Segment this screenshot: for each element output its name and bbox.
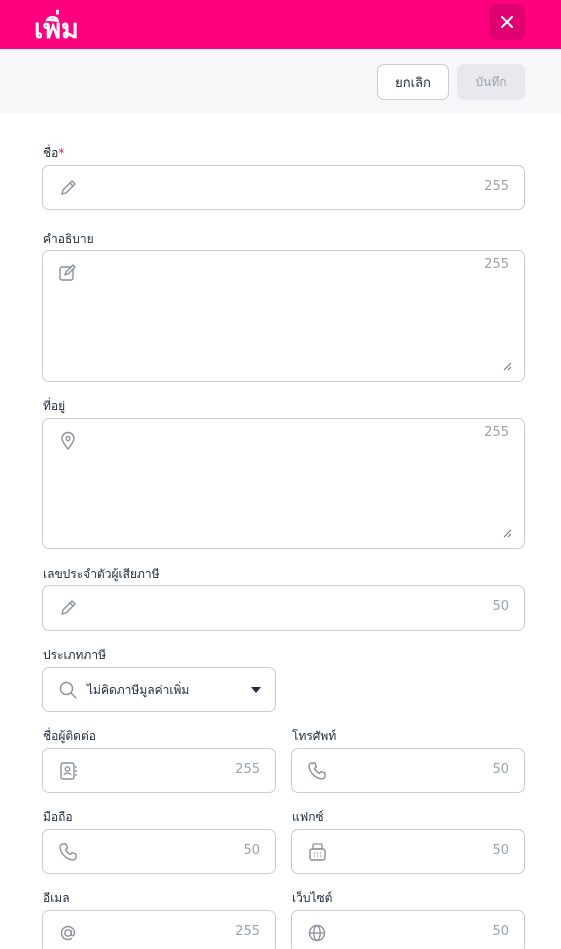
email-field[interactable]: 255	[42, 910, 276, 949]
fax-max-length: 50	[492, 843, 509, 858]
contact-name-max-length: 255	[235, 762, 260, 777]
tax-id-label: เลขประจำตัวผู้เสียภาษี	[43, 567, 160, 581]
description-label: คำอธิบาย	[43, 232, 94, 246]
pencil-icon	[61, 600, 76, 615]
name-label-text: ชื่อ	[43, 146, 59, 160]
chevron-down-icon	[251, 687, 261, 693]
mobile-label: มือถือ	[43, 810, 73, 824]
phone-field[interactable]: 50	[291, 748, 525, 793]
page-title: เพิ่ม	[34, 14, 79, 45]
cancel-button[interactable]: ยกเลิก	[377, 64, 449, 100]
required-mark: *	[58, 146, 65, 160]
globe-icon	[308, 924, 326, 942]
mobile-max-length: 50	[243, 843, 260, 858]
contact-name-label: ชื่อผู้ติดต่อ	[43, 729, 96, 743]
tax-type-value: ไม่คิดภาษีมูลค่าเพิ่ม	[87, 683, 190, 697]
address-field[interactable]: 255	[42, 418, 525, 549]
resize-handle-icon[interactable]	[503, 529, 512, 538]
phone-icon	[308, 762, 326, 780]
close-button[interactable]	[489, 4, 525, 40]
website-field[interactable]: 50	[291, 910, 525, 949]
tax-id-max-length: 50	[492, 599, 509, 614]
description-max-length: 255	[484, 257, 509, 272]
fax-icon	[309, 843, 326, 861]
name-field[interactable]: 255	[42, 165, 525, 210]
close-icon	[501, 16, 513, 28]
header-bar: เพิ่ม	[0, 0, 561, 49]
name-label: ชื่อ*	[43, 144, 64, 163]
tax-type-select[interactable]: ไม่คิดภาษีมูลค่าเพิ่ม	[42, 667, 276, 712]
email-max-length: 255	[235, 924, 260, 939]
location-pin-icon	[61, 431, 75, 451]
description-field[interactable]: 255	[42, 250, 525, 382]
phone-label: โทรศัพท์	[292, 729, 337, 743]
website-max-length: 50	[492, 924, 509, 939]
website-label: เว็บไซต์	[292, 891, 333, 905]
tax-type-label: ประเภทภาษี	[43, 648, 106, 662]
at-sign-icon	[60, 925, 76, 941]
contact-card-icon	[60, 762, 77, 780]
phone-icon	[59, 843, 77, 861]
address-max-length: 255	[484, 425, 509, 440]
contact-name-field[interactable]: 255	[42, 748, 276, 793]
pencil-icon	[61, 180, 76, 195]
mobile-field[interactable]: 50	[42, 829, 276, 874]
resize-handle-icon[interactable]	[503, 362, 512, 371]
email-label: อีเมล	[43, 891, 70, 905]
save-button[interactable]: บันทึก	[457, 64, 525, 100]
action-toolbar: ยกเลิก บันทึก	[0, 49, 561, 113]
edit-note-icon	[59, 264, 76, 281]
search-icon	[59, 681, 77, 699]
fax-label: แฟกซ์	[292, 810, 324, 824]
fax-field[interactable]: 50	[291, 829, 525, 874]
name-max-length: 255	[484, 179, 509, 194]
tax-id-field[interactable]: 50	[42, 585, 525, 631]
address-label: ที่อยู่	[43, 399, 66, 413]
phone-max-length: 50	[492, 762, 509, 777]
